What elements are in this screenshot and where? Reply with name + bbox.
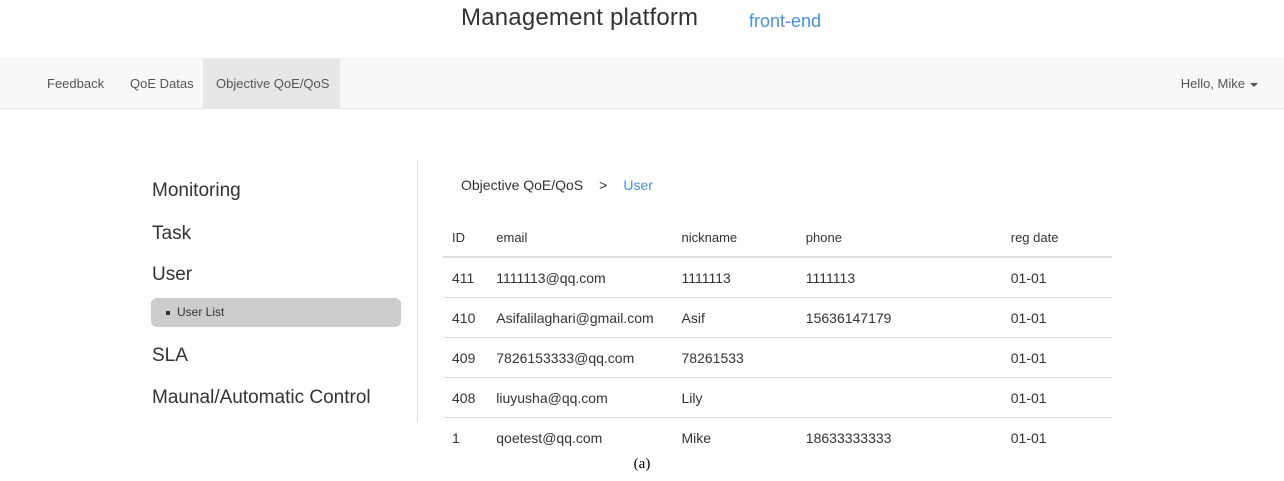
cell-phone: 15636147179: [796, 297, 1002, 338]
bullet-icon: [166, 310, 170, 315]
breadcrumb: Objective QoE/QoS > User: [461, 177, 653, 193]
caret-down-icon: [1250, 82, 1258, 87]
cell-phone: [796, 337, 1002, 378]
cell-reg-date: 01-01: [1001, 377, 1112, 418]
sidebar-item-task[interactable]: Task: [152, 223, 191, 245]
cell-reg-date: 01-01: [1001, 297, 1112, 338]
user-table: ID email nickname phone reg date 411 111…: [443, 218, 1112, 457]
column-header-id: ID: [443, 218, 488, 258]
cell-reg-date: 01-01: [1001, 337, 1112, 378]
cell-id: 409: [443, 337, 488, 378]
column-header-phone: phone: [796, 218, 1002, 258]
column-header-email: email: [487, 218, 673, 258]
nav-tab-objective-qoe-qos[interactable]: Objective QoE/QoS: [203, 59, 340, 109]
cell-email: 7826153333@qq.com: [487, 337, 673, 378]
cell-id: 1: [452, 429, 460, 446]
column-header-nickname: nickname: [672, 218, 797, 258]
cell-reg-date: 01-01: [1001, 257, 1112, 298]
user-greeting: Hello, Mike: [1180, 76, 1245, 91]
app-header: Management platform front-end: [0, 0, 1284, 58]
cell-nickname: 1111113: [672, 257, 797, 298]
cell-reg-date: 01-01: [1010, 429, 1047, 446]
table-row: 411 1111113@qq.com 1111113 1111113 01-01: [443, 257, 1112, 298]
cell-email: qoetest@qq.com: [496, 429, 603, 446]
table-row: 408 liuyusha@qq.com Lily 01-01: [443, 377, 1112, 418]
cell-id: 411: [443, 257, 488, 298]
top-navbar: Feedback QoE Datas Objective QoE/QoS Hel…: [0, 58, 1284, 109]
sidebar-subitem-label: User List: [177, 305, 225, 319]
sidebar-item-manual-automatic-control[interactable]: Maunal/Automatic Control: [152, 387, 371, 409]
table-row: 1 qoetest@qq.com Mike 18633333333 01-01: [443, 418, 1112, 458]
user-menu-dropdown[interactable]: Hello, Mike: [1181, 59, 1258, 109]
table-row: 409 7826153333@qq.com 78261533 01-01: [443, 337, 1112, 378]
cell-email: Asifalilaghari@gmail.com: [487, 297, 673, 338]
sidebar-item-monitoring[interactable]: Monitoring: [152, 180, 241, 202]
table-row: 410 Asifalilaghari@gmail.com Asif 156361…: [443, 297, 1112, 338]
cell-phone: 1111113: [796, 257, 1002, 298]
cell-id: 408: [443, 377, 488, 418]
breadcrumb-separator: >: [599, 177, 608, 193]
cell-id: 410: [443, 297, 488, 338]
figure-caption: (a): [633, 456, 651, 472]
cell-nickname: Mike: [681, 429, 712, 446]
nav-tab-feedback[interactable]: Feedback: [47, 59, 104, 109]
sidebar-item-user[interactable]: User: [152, 264, 192, 286]
cell-phone: [796, 377, 1002, 418]
cell-phone: 18633333333: [805, 429, 892, 446]
column-header-reg-date: reg date: [1001, 218, 1112, 258]
page-subtitle: front-end: [749, 11, 822, 31]
sidebar-divider: [417, 160, 418, 422]
breadcrumb-current: User: [623, 177, 653, 193]
sidebar: Monitoring Task User User List SLA Mauna…: [140, 160, 415, 425]
cell-email: liuyusha@qq.com: [487, 377, 673, 418]
sidebar-item-sla[interactable]: SLA: [152, 345, 188, 367]
table-header-row: ID email nickname phone reg date: [443, 218, 1112, 258]
cell-nickname: 78261533: [672, 337, 797, 378]
nav-tab-qoe-datas[interactable]: QoE Datas: [130, 59, 194, 109]
sidebar-subitem-user-list[interactable]: User List: [151, 298, 401, 327]
cell-email: 1111113@qq.com: [487, 257, 673, 298]
cell-nickname: Asif: [672, 297, 797, 338]
cell-nickname: Lily: [672, 377, 797, 418]
breadcrumb-parent-link[interactable]: Objective QoE/QoS: [461, 177, 583, 193]
page-title: Management platform: [461, 4, 699, 31]
